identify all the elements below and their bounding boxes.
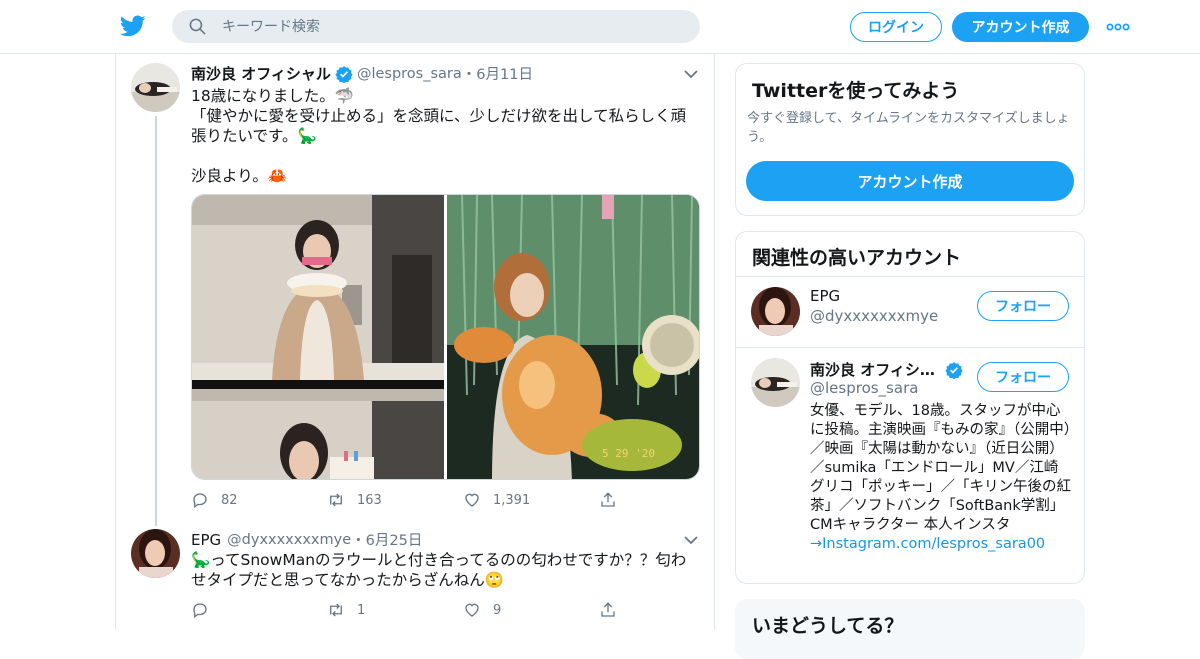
like-icon: [465, 493, 479, 507]
share-icon: [601, 602, 615, 617]
share-icon: [601, 492, 615, 507]
tweet-text-line: 18歳になりました。🦈: [191, 87, 355, 105]
try-twitter-card: Twitterを使ってみよう 今すぐ登録して、タイムラインをカスタマイズしましょ…: [735, 63, 1085, 216]
related-account[interactable]: EPG @dyxxxxxxxmye フォロー: [736, 277, 1084, 347]
account-name[interactable]: EPG: [810, 287, 840, 305]
like-action[interactable]: 9: [463, 601, 599, 619]
share-action[interactable]: [599, 491, 714, 509]
tweet[interactable]: 南沙良 オフィシャル @lespros_sara ・ 6月11日 18歳になりま…: [116, 54, 714, 526]
reply-action[interactable]: [191, 601, 327, 619]
follow-button[interactable]: フォロー: [977, 362, 1069, 392]
account-bio-link[interactable]: →Instagram.com/lespros_sara00: [810, 535, 1072, 554]
tweet-timeline: 南沙良 オフィシャル @lespros_sara ・ 6月11日 18歳になりま…: [115, 54, 715, 630]
reply-count: 82: [221, 492, 238, 508]
more-dots-icon[interactable]: [1106, 20, 1130, 34]
tweet-text: 🦕ってSnowManのラウールと付き合ってるのの匂わせですか？？匂わせタイプだと…: [191, 550, 696, 590]
like-count: 9: [493, 602, 502, 618]
account-bio-text: 女優、モデル、18歳。スタッフが中心に投稿。主演映画『もみの家』（公開中）／映画…: [810, 403, 1071, 533]
tweet-text-line: [191, 146, 696, 166]
avatar[interactable]: [131, 529, 180, 578]
tweet[interactable]: EPG @dyxxxxxxxmye ・ 6月25日 🦕ってSnowManのラウー…: [116, 524, 714, 630]
tweet-text: 18歳になりました。🦈 「健やかに愛を受け止める」を念頭に、少しだけ欲を出して私…: [191, 86, 696, 186]
tweet-author-name[interactable]: EPG: [191, 531, 221, 549]
tweet-actions: 1 9: [191, 601, 714, 619]
tweet-header: EPG @dyxxxxxxxmye ・ 6月25日: [191, 529, 422, 550]
separator-dot: ・: [461, 67, 477, 83]
search-box[interactable]: [172, 10, 700, 43]
search-input[interactable]: [222, 10, 682, 43]
tweet-date[interactable]: 6月25日: [366, 529, 423, 550]
login-button[interactable]: ログイン: [850, 12, 942, 42]
tweet-text-line: 🦕ってSnowManのラウールと付き合ってるのの匂わせですか？？匂わせタイプだと…: [191, 551, 687, 589]
retweet-action[interactable]: 163: [327, 491, 463, 509]
signup-button[interactable]: アカウント作成: [746, 161, 1074, 201]
photo-portrait[interactable]: [192, 389, 444, 480]
related-accounts-title: 関連性の高いアカウント: [752, 247, 962, 269]
avatar[interactable]: [751, 287, 800, 336]
tweet-photos: 5 29 '20: [192, 195, 700, 480]
verified-badge-icon: [945, 361, 963, 379]
retweet-icon: [330, 493, 342, 507]
tweet-header: 南沙良 オフィシャル @lespros_sara ・ 6月11日: [191, 63, 533, 84]
tweet-author-handle[interactable]: @dyxxxxxxxmye: [227, 532, 351, 548]
try-twitter-title: Twitterを使ってみよう: [752, 80, 960, 102]
related-accounts-card: 関連性の高いアカウント EPG @dyxxxxxxxmye フォロー 南沙良 オ…: [735, 231, 1085, 584]
account-bio: 女優、モデル、18歳。スタッフが中心に投稿。主演映画『もみの家』（公開中）／映画…: [810, 402, 1072, 554]
account-handle[interactable]: @lespros_sara: [810, 379, 918, 397]
whats-happening-card: いまどうしてる？: [735, 599, 1085, 659]
tweet-actions: 82 163 1,391: [191, 491, 714, 509]
retweet-count: 1: [357, 602, 366, 618]
tweet-author-name[interactable]: 南沙良 オフィシャル: [191, 63, 331, 84]
signup-button[interactable]: アカウント作成: [952, 12, 1089, 42]
reply-action[interactable]: 82: [191, 491, 327, 509]
photo-dinosaur-balloons[interactable]: 5 29 '20: [447, 195, 700, 480]
retweet-icon: [330, 603, 342, 617]
top-navigation-bar: ログイン アカウント作成: [0, 0, 1200, 54]
avatar[interactable]: [131, 63, 180, 112]
thread-line: [155, 116, 157, 526]
account-handle[interactable]: @dyxxxxxxxmye: [810, 307, 938, 325]
like-action[interactable]: 1,391: [463, 491, 599, 509]
tweet-date[interactable]: 6月11日: [476, 63, 533, 84]
twitter-bird-icon[interactable]: [120, 13, 146, 39]
account-name-row: 南沙良 オフィシ…: [810, 359, 963, 380]
account-name[interactable]: 南沙良 オフィシ…: [810, 359, 935, 380]
share-action[interactable]: [599, 601, 714, 619]
follow-button[interactable]: フォロー: [977, 291, 1069, 321]
tweet-text-line: 沙良より。🦀: [191, 167, 288, 185]
tweet-text-line: 「健やかに愛を受け止める」を念頭に、少しだけ欲を出して私らしく頑張りたいです。🦕: [191, 107, 687, 145]
svg-text:5 29 '20: 5 29 '20: [602, 447, 655, 460]
verified-badge-icon: [335, 65, 353, 83]
like-icon: [465, 603, 479, 617]
related-account[interactable]: 南沙良 オフィシ… @lespros_sara フォロー 女優、モデル、18歳。…: [736, 348, 1084, 583]
tweet-media-grid[interactable]: 5 29 '20: [191, 194, 700, 480]
like-count: 1,391: [493, 492, 531, 508]
avatar[interactable]: [751, 358, 800, 407]
try-twitter-subtitle: 今すぐ登録して、タイムラインをカスタマイズしましょう。: [747, 111, 1070, 145]
tweet-author-handle[interactable]: @lespros_sara: [357, 66, 462, 82]
whats-happening-title: いまどうしてる？: [752, 615, 904, 637]
retweet-action[interactable]: 1: [327, 601, 463, 619]
photo-birthday-cake[interactable]: [192, 195, 444, 380]
search-icon: [189, 18, 206, 35]
reply-icon: [193, 493, 207, 509]
separator-dot: ・: [351, 533, 366, 549]
retweet-count: 163: [357, 492, 382, 508]
reply-icon: [193, 603, 207, 619]
chevron-down-icon[interactable]: [683, 66, 699, 82]
chevron-down-icon[interactable]: [683, 532, 699, 548]
